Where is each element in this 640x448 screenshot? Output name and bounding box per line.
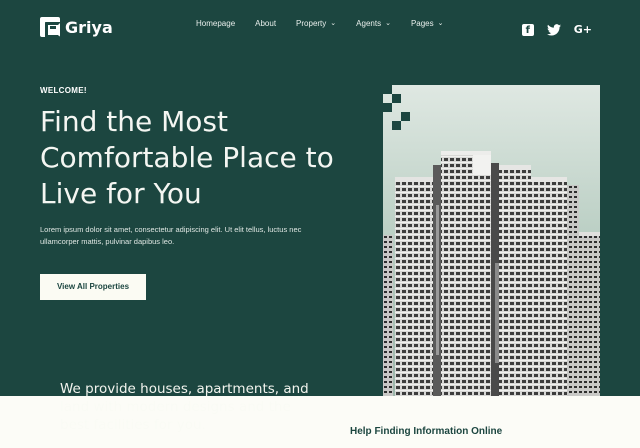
chevron-down-icon: ⌄	[385, 20, 391, 27]
nav-item-pages[interactable]: Pages ⌄	[411, 19, 444, 28]
hero-headline: Find the Most Comfortable Place to Live …	[40, 105, 334, 210]
house-logo-icon	[40, 17, 61, 38]
chevron-down-icon: ⌄	[437, 20, 444, 27]
twitter-icon[interactable]	[546, 23, 561, 36]
intro-line: best facilities for you.	[60, 417, 206, 433]
nav-item-property[interactable]: Property ⌄	[296, 19, 336, 28]
brand-logo[interactable]: Griya	[40, 17, 113, 38]
facebook-icon[interactable]: f	[521, 23, 534, 36]
nav-item-homepage[interactable]: Homepage	[196, 19, 235, 28]
nav-item-about[interactable]: About	[255, 19, 276, 28]
decorative-pixel	[392, 121, 401, 130]
top-navigation: Griya Homepage About Property ⌄ Agents ⌄…	[0, 0, 640, 52]
intro-tagline: We provide houses, apartments, and land …	[60, 380, 310, 434]
view-all-properties-button[interactable]: View All Properties	[40, 274, 146, 300]
intro-line: We provide houses, apartments, and	[60, 381, 309, 397]
info-panel-title: Help Finding Information Online	[350, 426, 503, 437]
chevron-down-icon: ⌄	[330, 20, 337, 27]
nav-label: Pages	[410, 19, 434, 28]
nav-item-agents[interactable]: Agents ⌄	[356, 19, 391, 28]
hero-eyebrow: WELCOME!	[40, 86, 87, 95]
main-menu: Homepage About Property ⌄ Agents ⌄ Pages…	[196, 19, 444, 28]
building-photo	[383, 85, 600, 396]
decorative-pixel	[383, 103, 392, 112]
nav-label: Property	[296, 19, 327, 28]
tower-illustration	[383, 85, 600, 396]
decorative-pixel	[392, 94, 401, 103]
nav-label: About	[255, 19, 277, 28]
intro-line: land with modern designs and the	[60, 399, 291, 415]
social-links: f G+	[521, 23, 592, 36]
hero-description: Lorem ipsum dolor sit amet, consectetur …	[40, 225, 302, 246]
decorative-pixel	[401, 112, 410, 121]
brand-name: Griya	[65, 17, 113, 37]
nav-label: Agents	[356, 19, 382, 28]
decorative-pixel	[383, 85, 392, 94]
google-plus-icon[interactable]: G+	[574, 23, 592, 36]
nav-label: Homepage	[196, 19, 236, 28]
